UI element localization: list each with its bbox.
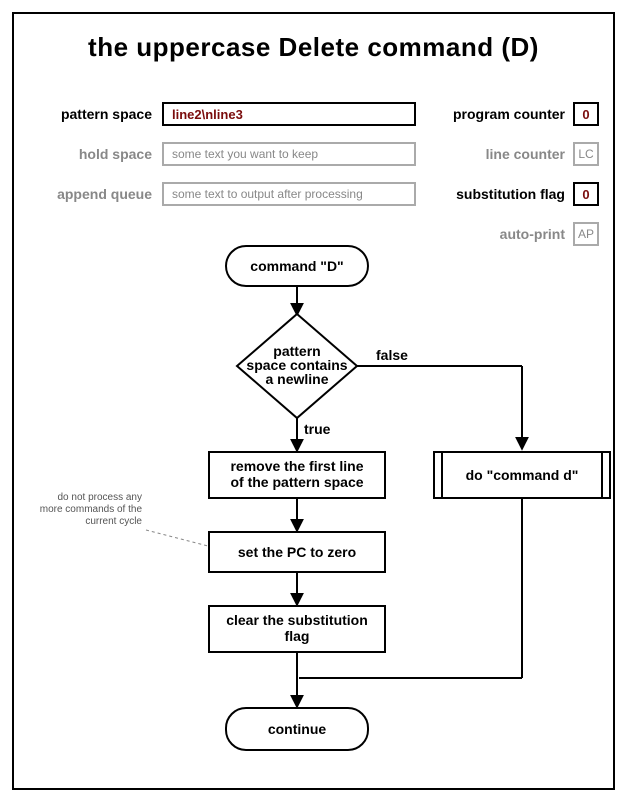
step2-label: set the PC to zero: [238, 544, 356, 560]
note-line3: current cycle: [85, 516, 142, 527]
node-end-label: continue: [268, 721, 327, 737]
step1-line2: of the pattern space: [230, 474, 363, 490]
flowchart: command "D" pattern space contains a new…: [14, 14, 617, 792]
step3-line1: clear the substitution: [226, 612, 368, 628]
decision-line3: a newline: [265, 371, 328, 387]
step3-line2: flag: [285, 628, 310, 644]
note-connector: [146, 530, 208, 546]
true-label: true: [304, 421, 331, 437]
node-start-label: command "D": [250, 258, 343, 274]
node-right-label: do "command d": [466, 467, 579, 483]
step1-line1: remove the first line: [230, 458, 363, 474]
note-line2: more commands of the: [40, 504, 143, 515]
false-label: false: [376, 347, 408, 363]
node-do-command-d: do "command d": [434, 452, 610, 498]
note-line1: do not process any: [58, 492, 143, 503]
diagram-frame: the uppercase Delete command (D) pattern…: [12, 12, 615, 790]
node-decision: pattern space contains a newline: [237, 314, 357, 418]
